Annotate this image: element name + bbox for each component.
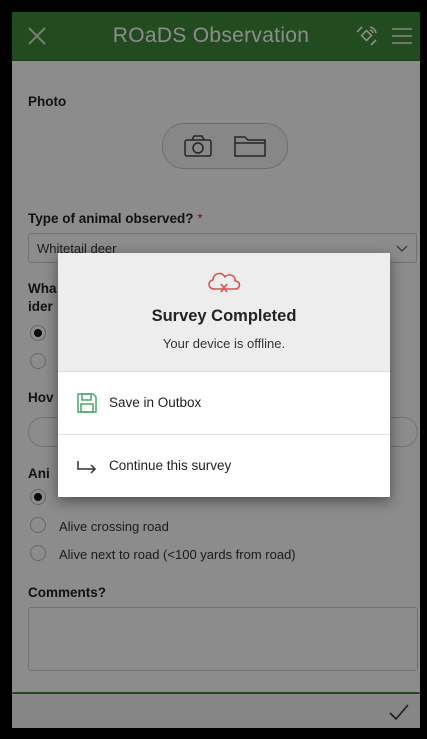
dialog-title: Survey Completed <box>151 307 297 325</box>
save-icon <box>77 393 97 413</box>
dialog-header: Survey Completed Your device is offline. <box>58 253 390 372</box>
arrow-return-icon <box>77 461 97 474</box>
continue-survey-button[interactable]: Continue this survey <box>58 435 390 497</box>
survey-completed-dialog: Survey Completed Your device is offline.… <box>58 253 390 497</box>
dialog-message: Your device is offline. <box>162 336 286 351</box>
save-in-outbox-label: Save in Outbox <box>109 395 202 410</box>
save-in-outbox-button[interactable]: Save in Outbox <box>58 372 390 435</box>
phone-screen: ROaDS Observation Photo Type of animal o… <box>12 12 420 728</box>
cloud-offline-icon <box>208 272 241 293</box>
continue-survey-label: Continue this survey <box>109 458 232 473</box>
